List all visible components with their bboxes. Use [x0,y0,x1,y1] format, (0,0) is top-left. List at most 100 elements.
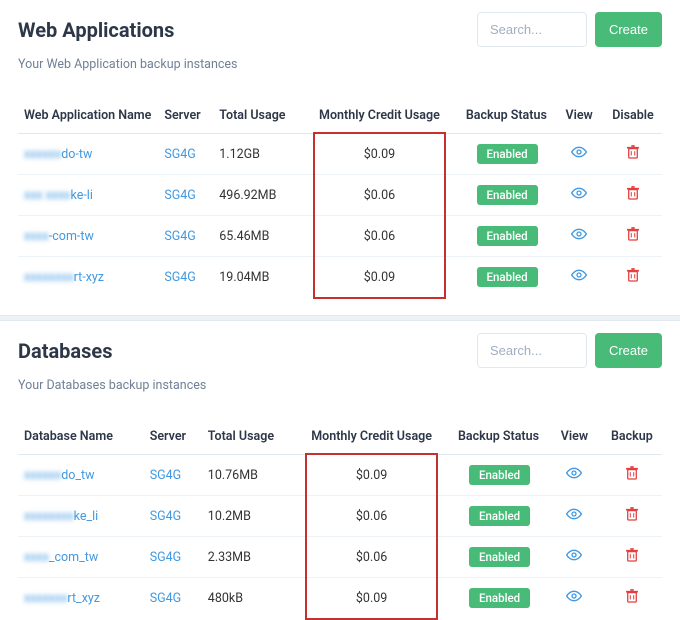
table-row: xxxx-com-tw SG4G 65.46MB$0.06 Enabled [18,216,662,257]
monthly-credit-usage: $0.06 [299,216,460,257]
status-badge: Enabled [477,226,538,246]
table-row: xxxxxxdo-tw SG4G 1.12GB$0.09 Enabled [18,134,662,175]
app-name-link[interactable]: xxxx_com_tw [24,550,98,565]
status-badge: Enabled [477,267,538,287]
server-link[interactable]: SG4G [150,509,181,524]
web-apps-table-wrap: Web Application Name Server Total Usage … [18,100,662,297]
status-badge: Enabled [469,465,530,485]
table-row: xxx xxxxke-li SG4G 496.92MB$0.06 Enabled [18,175,662,216]
app-name-link[interactable]: xxxxxxxxke_li [24,509,98,524]
total-usage: 2.33MB [202,537,291,578]
col-name: Web Application Name [18,100,158,134]
app-name-suffix: rt_xyz [67,591,100,606]
databases-table-wrap: Database Name Server Total Usage Monthly… [18,421,662,618]
status-badge: Enabled [469,506,530,526]
col-status: Backup Status [460,100,554,134]
trash-icon[interactable] [627,145,639,159]
trash-icon[interactable] [626,589,638,603]
app-name-obscured: xxxxxxxx [24,270,74,285]
table-row: xxxxxxdo_tw SG4G 10.76MB$0.09 Enabled [18,455,662,496]
server-link[interactable]: SG4G [164,147,195,162]
app-name-suffix: ke_li [74,509,99,524]
total-usage: 496.92MB [213,175,299,216]
app-name-link[interactable]: xxxxxxxrt_xyz [24,591,100,606]
col-usage: Total Usage [213,100,299,134]
total-usage: 480kB [202,578,291,619]
server-link[interactable]: SG4G [164,270,195,285]
server-link[interactable]: SG4G [150,591,181,606]
table-row: xxxxxxxxrt-xyzSG4G19.04MB$0.09Enabled [18,257,662,298]
eye-icon[interactable] [571,187,587,199]
server-link[interactable]: SG4G [150,468,181,483]
table-row: xxxxxxxxke_li SG4G 10.2MB$0.06 Enabled [18,496,662,537]
eye-icon[interactable] [566,590,582,602]
databases-search-input[interactable] [477,333,587,368]
trash-icon[interactable] [626,507,638,521]
status-badge: Enabled [477,144,538,164]
col-mcu: Monthly Credit Usage [291,421,452,455]
monthly-credit-usage: $0.09 [299,134,460,175]
trash-icon[interactable] [627,268,639,282]
col-view: View [547,421,602,455]
web-apps-table: Web Application Name Server Total Usage … [18,100,662,297]
web-apps-subtitle: Your Web Application backup instances [18,57,662,72]
total-usage: 1.12GB [213,134,299,175]
status-badge: Enabled [469,588,530,608]
app-name-suffix: -com-tw [49,229,94,244]
trash-icon[interactable] [626,548,638,562]
eye-icon[interactable] [571,228,587,240]
app-name-suffix: do-tw [61,147,92,162]
app-name-obscured: xxxxxx [24,147,61,162]
app-name-obscured: xxxxxxx [24,591,67,606]
databases-table: Database Name Server Total Usage Monthly… [18,421,662,618]
eye-icon[interactable] [566,508,582,520]
total-usage: 65.46MB [213,216,299,257]
app-name-suffix: ke-li [71,188,93,203]
server-link[interactable]: SG4G [164,188,195,203]
eye-icon[interactable] [571,146,587,158]
app-name-link[interactable]: xxxx-com-tw [24,229,94,244]
eye-icon[interactable] [566,549,582,561]
total-usage: 10.76MB [202,455,291,496]
monthly-credit-usage: $0.06 [291,496,452,537]
monthly-credit-usage: $0.09 [291,455,452,496]
web-apps-search-input[interactable] [477,12,587,47]
web-apps-create-button[interactable]: Create [595,12,662,47]
trash-icon[interactable] [627,186,639,200]
col-usage: Total Usage [202,421,291,455]
monthly-credit-usage: $0.09 [291,578,452,619]
status-badge: Enabled [469,547,530,567]
web-apps-section: Web Applications Create Your Web Applica… [0,0,680,297]
app-name-obscured: xxxx [24,550,49,565]
col-action: Disable [604,100,662,134]
server-link[interactable]: SG4G [164,229,195,244]
monthly-credit-usage: $0.06 [291,537,452,578]
app-name-link[interactable]: xxxxxxxxrt-xyz [24,270,104,285]
col-server: Server [158,100,213,134]
databases-create-button[interactable]: Create [595,333,662,368]
app-name-suffix: _com_tw [49,550,98,565]
total-usage: 10.2MB [202,496,291,537]
app-name-suffix: rt-xyz [74,270,104,285]
server-link[interactable]: SG4G [150,550,181,565]
trash-icon[interactable] [627,227,639,241]
status-badge: Enabled [477,185,538,205]
app-name-link[interactable]: xxxxxxdo-tw [24,147,92,162]
col-view: View [554,100,604,134]
eye-icon[interactable] [571,269,587,281]
app-name-obscured: xxxx [24,229,49,244]
table-row: xxxxxxxrt_xyz SG4G 480kB$0.09 Enabled [18,578,662,619]
trash-icon[interactable] [626,466,638,480]
databases-title: Databases [18,339,112,363]
app-name-link[interactable]: xxx xxxxke-li [24,188,93,203]
eye-icon[interactable] [566,467,582,479]
total-usage: 19.04MB [213,257,299,298]
col-action: Backup [602,421,662,455]
app-name-obscured: xxxxxx [24,468,61,483]
app-name-link[interactable]: xxxxxxdo_tw [24,468,95,483]
monthly-credit-usage: $0.06 [299,175,460,216]
app-name-obscured: xxx xxxx [24,188,71,203]
web-apps-title: Web Applications [18,18,174,42]
databases-section: Databases Create Your Databases backup i… [0,321,680,618]
table-row: xxxx_com_tw SG4G 2.33MB$0.06 Enabled [18,537,662,578]
